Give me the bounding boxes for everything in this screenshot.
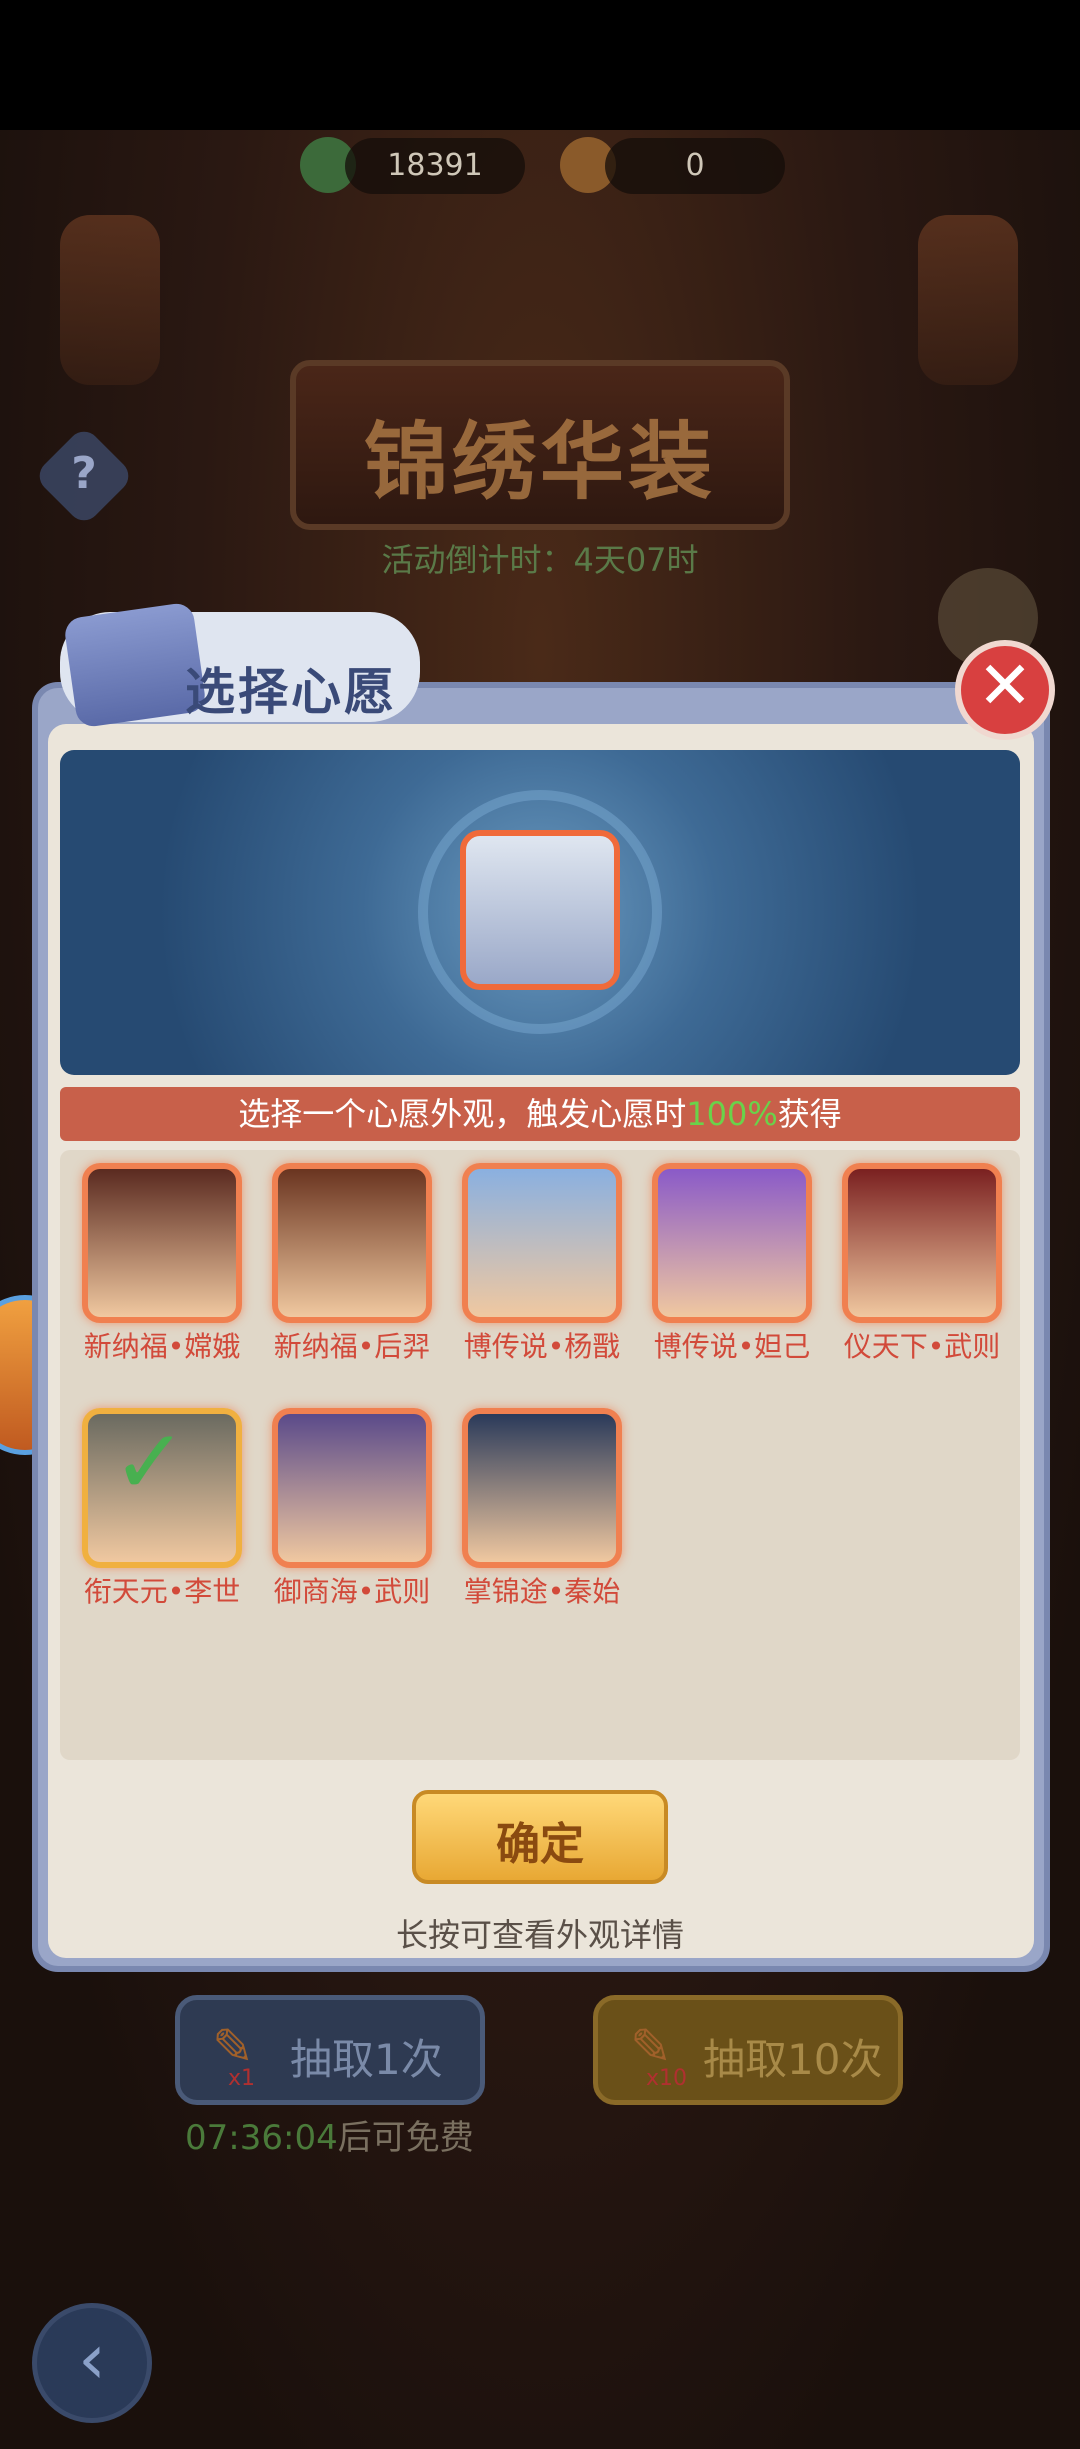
skin-card[interactable] bbox=[272, 1163, 432, 1323]
skin-name: 御商海•武则 bbox=[273, 1575, 431, 1608]
skin-card[interactable] bbox=[462, 1163, 622, 1323]
back-icon: ‹ bbox=[78, 2318, 106, 2400]
long-press-hint: 长按可查看外观详情 bbox=[395, 1916, 684, 1954]
skin-name: 衔天元•李世 bbox=[83, 1575, 241, 1608]
instruction-prefix: 选择一个心愿外观，触发心愿时 bbox=[238, 1095, 687, 1133]
draw-once-label: 抽取1次 bbox=[290, 2035, 443, 2084]
event-title: 锦绣华装 bbox=[363, 413, 716, 511]
draw-once-button[interactable]: ✎ x1 抽取1次 bbox=[175, 1995, 485, 2105]
confirm-label: 确定 bbox=[496, 1819, 584, 1870]
draw-ten-button[interactable]: ✎ x10 抽取10次 bbox=[593, 1995, 903, 2105]
skin-card[interactable] bbox=[82, 1163, 242, 1323]
skin-name: 博传说•妲己 bbox=[653, 1330, 811, 1363]
feather-count: 0 bbox=[605, 138, 785, 194]
skin-name: 博传说•杨戬 bbox=[463, 1330, 621, 1363]
skin-name: 新纳福•后羿 bbox=[273, 1330, 431, 1363]
draw-ten-multiplier: x10 bbox=[646, 2066, 688, 2091]
skin-card[interactable] bbox=[842, 1163, 1002, 1323]
skin-name: 掌锦途•秦始 bbox=[463, 1575, 621, 1608]
instruction-suffix: 获得 bbox=[777, 1095, 842, 1133]
selected-skin-portrait[interactable] bbox=[460, 830, 620, 990]
free-draw-timer: 07:36:04后可免费 bbox=[185, 2110, 474, 2159]
skin-card[interactable] bbox=[462, 1408, 622, 1568]
free-draw-time: 07:36:04 bbox=[185, 2118, 338, 2158]
status-bar bbox=[0, 0, 1080, 130]
dialog-title: 选择心愿 bbox=[185, 663, 397, 721]
skin-card[interactable] bbox=[652, 1163, 812, 1323]
draw-once-multiplier: x1 bbox=[228, 2066, 256, 2091]
check-icon: ✓ bbox=[112, 1410, 188, 1515]
instruction-percent: 100% bbox=[686, 1095, 778, 1133]
free-draw-suffix: 后可免费 bbox=[337, 2118, 474, 2158]
lantern-left bbox=[60, 215, 160, 385]
skin-card[interactable] bbox=[272, 1408, 432, 1568]
close-icon: ✕ bbox=[977, 647, 1033, 724]
event-countdown: 活动倒计时：4天07时 bbox=[381, 541, 699, 579]
lantern-right bbox=[918, 215, 1018, 385]
instruction-bar: 选择一个心愿外观，触发心愿时100%获得 bbox=[60, 1087, 1020, 1141]
skin-name: 新纳福•嫦娥 bbox=[83, 1330, 241, 1363]
draw-ten-label: 抽取10次 bbox=[703, 2035, 883, 2084]
gem-count: 18391 bbox=[345, 138, 525, 194]
help-icon: ? bbox=[71, 448, 97, 499]
skin-name: 仪天下•武则 bbox=[843, 1330, 1001, 1363]
